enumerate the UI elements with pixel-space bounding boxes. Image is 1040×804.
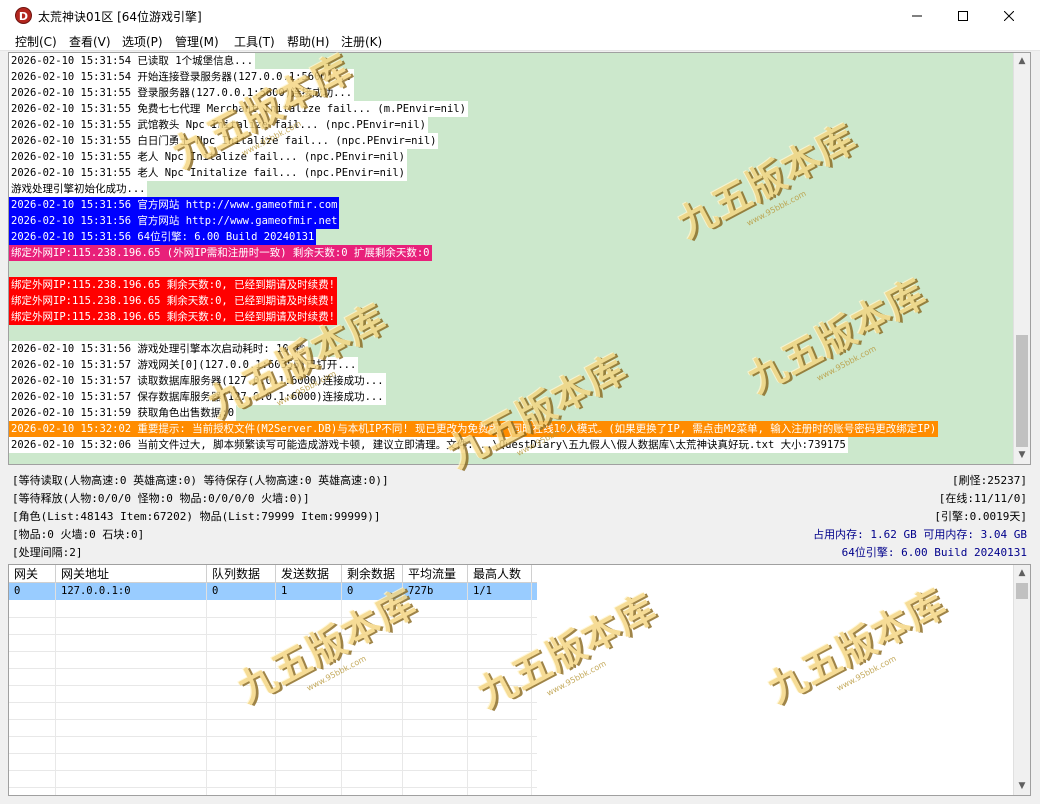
log-line: 绑定外网IP:115.238.196.65 剩余天数:0, 已经到期请及时续费! <box>9 293 337 309</box>
log-line: 2026-02-10 15:31:56 游戏处理引擎本次启动耗时: 10 秒 <box>9 341 308 357</box>
grid-row-line <box>9 753 537 754</box>
grid-row-line <box>9 617 537 618</box>
status-build: 64位引擎: 6.00 Build 20240131 <box>841 546 1027 559</box>
log-line: 绑定外网IP:115.238.196.65 (外网IP需和注册时一致) 剩余天数… <box>9 245 432 261</box>
column-header[interactable]: 最高人数 <box>468 565 532 583</box>
scroll-up-icon[interactable]: ▲ <box>1014 565 1030 582</box>
log-line: 2026-02-10 15:31:59 获取角色出售数据:0 <box>9 405 237 421</box>
scroll-thumb[interactable] <box>1016 583 1028 599</box>
log-line: 2026-02-10 15:32:06 当前文件过大, 脚本频繁读写可能造成游戏… <box>9 437 848 453</box>
table-header: 网关 网关地址 队列数据 发送数据 剩余数据 平均流量 最高人数 <box>9 565 537 583</box>
log-line: 游戏处理引擎初始化成功... <box>9 181 148 197</box>
log-panel[interactable]: 2026-02-10 15:31:54 已读取 1个城堡信息... 2026-02… <box>8 52 1031 465</box>
table-cell: 1 <box>276 583 342 600</box>
scroll-down-icon[interactable]: ▼ <box>1014 447 1030 464</box>
menu-options[interactable]: 选项(P) <box>122 33 163 50</box>
log-line: 2026-02-10 15:31:55 老人 Npc Initalize fai… <box>9 149 407 165</box>
column-header[interactable]: 网关 <box>9 565 56 583</box>
column-header[interactable]: 平均流量 <box>403 565 468 583</box>
log-line: 2026-02-10 15:31:54 已读取 1个城堡信息... <box>9 53 256 69</box>
grid-row-line <box>9 736 537 737</box>
column-header[interactable]: 队列数据 <box>207 565 276 583</box>
maximize-button[interactable] <box>940 0 986 31</box>
column-header[interactable]: 发送数据 <box>276 565 342 583</box>
grid-column-line <box>402 600 403 795</box>
grid-column-line <box>55 600 56 795</box>
menu-manage[interactable]: 管理(M) <box>175 33 219 50</box>
table-scrollbar[interactable]: ▲ ▼ <box>1013 565 1030 795</box>
log-line: 绑定外网IP:115.238.196.65 剩余天数:0, 已经到期请及时续费! <box>9 309 337 325</box>
menu-bar: 控制(C) 查看(V) 选项(P) 管理(M) 工具(T) 帮助(H) 注册(K… <box>0 31 1040 51</box>
maximize-icon <box>958 10 968 21</box>
grid-column-line <box>341 600 342 795</box>
log-line: 2026-02-10 15:32:02 重要提示: 当前授权文件(M2Serve… <box>9 421 939 437</box>
menu-register[interactable]: 注册(K) <box>341 33 382 50</box>
grid-column-line <box>275 600 276 795</box>
log-line: 2026-02-10 15:31:55 免费七七代理 Merchant Init… <box>9 101 468 117</box>
grid-row-line <box>9 634 537 635</box>
grid-row-line <box>9 719 537 720</box>
log-line: 2026-02-10 15:31:56 64位引擎: 6.00 Build 20… <box>9 229 317 245</box>
log-line: 2026-02-10 15:31:55 武馆教头 Npc Initalize f… <box>9 117 428 133</box>
table-cell: 1/1 <box>468 583 532 600</box>
table-cell: 727b <box>403 583 468 600</box>
log-scrollbar[interactable]: ▲ ▼ <box>1013 53 1030 464</box>
title-bar: D 太荒神诀01区 [64位游戏引擎] <box>0 0 1040 31</box>
menu-view[interactable]: 查看(V) <box>69 33 111 50</box>
log-line: 2026-02-10 15:31:54 开始连接登录服务器(127.0.0.1:… <box>9 69 355 85</box>
log-line: 2026-02-10 15:31:57 保存数据库服务器(127.0.0.1:6… <box>9 389 386 405</box>
grid-row-line <box>9 702 537 703</box>
grid-row-line <box>9 787 537 788</box>
column-header[interactable]: 网关地址 <box>56 565 207 583</box>
grid-column-line <box>531 600 532 795</box>
grid-row-line <box>9 770 537 771</box>
status-items: [物品:0 火墙:0 石块:0] <box>12 528 145 541</box>
close-button[interactable] <box>986 0 1032 31</box>
gateway-table[interactable]: 网关 网关地址 队列数据 发送数据 剩余数据 平均流量 最高人数 0 127.0.0.1:0 0… <box>8 564 1031 796</box>
status-engine-days: [引擎:0.0019天] <box>934 510 1027 523</box>
table-cell: 127.0.0.1:0 <box>56 583 207 600</box>
status-wait-read: [等待读取(人物高速:0 英雄高速:0) 等待保存(人物高速:0 英雄高速:0)… <box>12 474 389 487</box>
close-icon <box>1004 10 1014 21</box>
log-line: 2026-02-10 15:31:57 游戏网关[0](127.0.0.1:60… <box>9 357 359 373</box>
log-line: 绑定外网IP:115.238.196.65 剩余天数:0, 已经到期请及时续费! <box>9 277 337 293</box>
status-roles: [角色(List:48143 Item:67202) 物品(List:79999… <box>12 510 381 523</box>
log-line: 2026-02-10 15:31:55 老人 Npc Initalize fai… <box>9 165 407 181</box>
scroll-up-icon[interactable]: ▲ <box>1014 53 1030 70</box>
menu-control[interactable]: 控制(C) <box>15 33 57 50</box>
column-header[interactable]: 剩余数据 <box>342 565 403 583</box>
window-title: 太荒神诀01区 [64位游戏引擎] <box>38 10 202 24</box>
log-line: 2026-02-10 15:31:56 官方网站 http://www.game… <box>9 213 340 229</box>
table-grid-lines <box>9 600 537 795</box>
status-interval: [处理间隔:2] <box>12 546 83 559</box>
scroll-down-icon[interactable]: ▼ <box>1014 778 1030 795</box>
menu-help[interactable]: 帮助(H) <box>287 33 329 50</box>
grid-row-line <box>9 651 537 652</box>
status-online: [在线:11/11/0] <box>938 492 1027 505</box>
log-line: 2026-02-10 15:31:55 登录服务器(127.0.0.1:5600… <box>9 85 355 101</box>
log-line: 2026-02-10 15:31:56 官方网站 http://www.game… <box>9 197 340 213</box>
table-cell: 0 <box>9 583 56 600</box>
grid-column-line <box>467 600 468 795</box>
table-cell: 0 <box>342 583 403 600</box>
status-wait-release: [等待释放(人物:0/0/0 怪物:0 物品:0/0/0/0 火墙:0)] <box>12 492 310 505</box>
table-cell: 0 <box>207 583 276 600</box>
status-refresh: [刷怪:25237] <box>952 474 1027 487</box>
status-panel: [等待读取(人物高速:0 英雄高速:0) 等待保存(人物高速:0 英雄高速:0)… <box>8 468 1031 562</box>
minimize-button[interactable] <box>894 0 940 31</box>
grid-column-line <box>206 600 207 795</box>
log-line: 2026-02-10 15:31:57 读取数据库服务器(127.0.0.1:6… <box>9 373 386 389</box>
grid-row-line <box>9 685 537 686</box>
menu-tools[interactable]: 工具(T) <box>234 33 275 50</box>
log-line: 2026-02-10 15:31:55 白日门勇士 Npc Initalize … <box>9 133 439 149</box>
status-memory: 占用内存: 1.62 GB 可用内存: 3.04 GB <box>813 528 1027 541</box>
minimize-icon <box>912 15 922 16</box>
table-row[interactable]: 0 127.0.0.1:0 0 1 0 727b 1/1 <box>9 583 537 600</box>
app-logo-icon[interactable]: D <box>15 7 32 24</box>
grid-row-line <box>9 668 537 669</box>
scroll-thumb[interactable] <box>1016 335 1028 447</box>
